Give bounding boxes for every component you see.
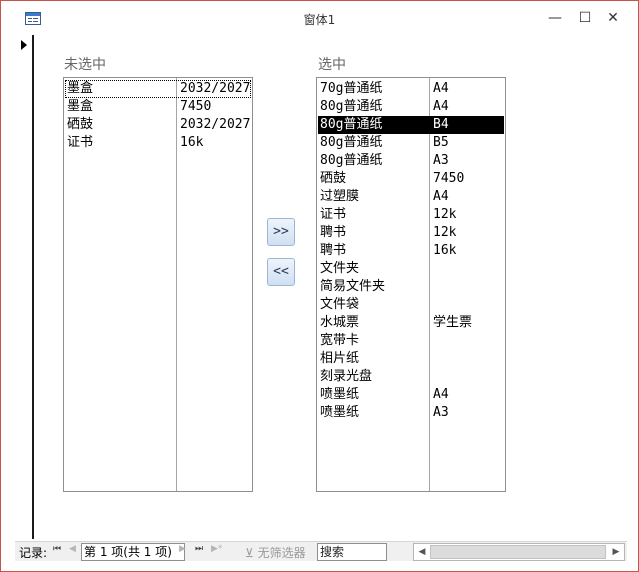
item-spec: B5 xyxy=(433,135,449,150)
filter-icon: ⊻ xyxy=(245,546,254,560)
horizontal-scrollbar[interactable]: ◀ ▶ xyxy=(413,543,625,561)
list-item[interactable]: 70g普通纸 A4 xyxy=(318,80,504,98)
item-name: 80g普通纸 xyxy=(320,153,383,168)
minimize-icon: — xyxy=(548,10,562,26)
item-name: 证书 xyxy=(67,135,94,150)
list-item[interactable]: 水城票 学生票 xyxy=(318,314,504,332)
item-name: 硒鼓 xyxy=(320,171,347,186)
selected-caption: 选中 xyxy=(318,57,346,73)
item-name: 墨盒 xyxy=(67,99,94,114)
item-name: 聘书 xyxy=(320,243,347,258)
list-item[interactable]: 聘书 12k xyxy=(318,224,504,242)
last-record-icon[interactable]: ⏭ xyxy=(195,544,203,554)
filter-status[interactable]: ⊻ 无筛选器 xyxy=(245,544,306,561)
item-name: 相片纸 xyxy=(320,351,360,366)
list-item[interactable]: 80g普通纸 A3 xyxy=(318,152,504,170)
item-spec: 16k xyxy=(433,243,457,258)
list-item[interactable]: 证书 16k xyxy=(65,134,251,152)
item-name: 文件夹 xyxy=(320,261,360,276)
current-record-field[interactable]: 第 1 项(共 1 项) xyxy=(81,543,185,561)
list-item[interactable]: 硒鼓 2032/2027 xyxy=(65,116,251,134)
item-name: 宽带卡 xyxy=(320,333,360,348)
record-navigation-bar: 记录: ⏮ ◀ 第 1 项(共 1 项) ▶ ⏭ ▶* ⊻ 无筛选器 搜索 ◀ … xyxy=(15,541,627,561)
item-spec: 12k xyxy=(433,207,457,222)
form-window: 窗体1 — ☐ ✕ 未选中 选中 墨盒 2032/2027 墨盒 7450 硒鼓 2032… xyxy=(0,0,639,572)
filter-label: 无筛选器 xyxy=(257,546,306,560)
item-spec: 12k xyxy=(433,225,457,240)
list-item[interactable]: 简易文件夹 xyxy=(318,278,504,296)
list-item[interactable]: 文件夹 xyxy=(318,260,504,278)
item-name: 水城票 xyxy=(320,315,360,330)
list-item[interactable]: 墨盒 7450 xyxy=(65,98,251,116)
item-name: 过塑膜 xyxy=(320,189,360,204)
list-item[interactable]: 墨盒 2032/2027 xyxy=(65,80,251,98)
item-spec: A4 xyxy=(433,81,449,96)
item-spec: B4 xyxy=(433,117,449,132)
item-name: 刻录光盘 xyxy=(320,369,373,384)
list-item[interactable]: 聘书 16k xyxy=(318,242,504,260)
unselected-caption: 未选中 xyxy=(64,57,106,73)
list-item[interactable]: 过塑膜 A4 xyxy=(318,188,504,206)
item-spec: 7450 xyxy=(180,99,212,114)
list-item[interactable]: 80g普通纸 A4 xyxy=(318,98,504,116)
item-name: 喷墨纸 xyxy=(320,387,360,402)
list-item[interactable]: 证书 12k xyxy=(318,206,504,224)
record-selector[interactable] xyxy=(15,35,34,539)
item-name: 80g普通纸 xyxy=(320,99,383,114)
item-name: 喷墨纸 xyxy=(320,405,360,420)
item-spec: 7450 xyxy=(433,171,465,186)
item-spec: 2032/2027 xyxy=(180,81,251,96)
scrollbar-thumb[interactable] xyxy=(430,545,606,559)
item-spec: 16k xyxy=(180,135,204,150)
list-item[interactable]: 80g普通纸 B4 xyxy=(318,116,504,134)
item-spec: A4 xyxy=(433,387,449,402)
list-item[interactable]: 硒鼓 7450 xyxy=(318,170,504,188)
list-item[interactable]: 80g普通纸 B5 xyxy=(318,134,504,152)
search-input[interactable]: 搜索 xyxy=(317,543,387,561)
selected-listbox[interactable]: 70g普通纸 A4 80g普通纸 A4 80g普通纸 B4 80g普通纸 B5 80g普通纸 A3… xyxy=(316,77,506,492)
item-spec: A4 xyxy=(433,189,449,204)
list-item[interactable]: 喷墨纸 A3 xyxy=(318,404,504,422)
minimize-button[interactable]: — xyxy=(542,7,568,29)
move-left-button[interactable]: << xyxy=(267,258,295,286)
item-name: 证书 xyxy=(320,207,347,222)
item-name: 80g普通纸 xyxy=(320,117,383,132)
move-right-button[interactable]: >> xyxy=(267,218,295,246)
list-item[interactable]: 文件袋 xyxy=(318,296,504,314)
close-button[interactable]: ✕ xyxy=(600,7,626,29)
first-record-icon[interactable]: ⏮ xyxy=(53,544,61,554)
close-icon: ✕ xyxy=(607,10,619,26)
item-name: 墨盒 xyxy=(67,81,94,96)
record-label: 记录: xyxy=(19,546,48,560)
item-name: 硒鼓 xyxy=(67,117,94,132)
maximize-icon: ☐ xyxy=(578,10,592,26)
next-record-icon[interactable]: ▶ xyxy=(179,544,186,554)
item-name: 70g普通纸 xyxy=(320,81,383,96)
list-item[interactable]: 刻录光盘 xyxy=(318,368,504,386)
list-item[interactable]: 相片纸 xyxy=(318,350,504,368)
item-spec: A3 xyxy=(433,405,449,420)
item-spec: 2032/2027 xyxy=(180,117,251,132)
item-spec: 学生票 xyxy=(433,315,473,330)
scroll-left-icon[interactable]: ◀ xyxy=(414,544,430,560)
list-item[interactable]: 喷墨纸 A4 xyxy=(318,386,504,404)
maximize-button[interactable]: ☐ xyxy=(572,7,598,29)
item-name: 文件袋 xyxy=(320,297,360,312)
item-spec: A4 xyxy=(433,99,449,114)
item-name: 简易文件夹 xyxy=(320,279,386,294)
new-record-icon[interactable]: ▶* xyxy=(211,544,222,554)
title-bar: 窗体1 — ☐ ✕ xyxy=(1,1,638,35)
item-name: 80g普通纸 xyxy=(320,135,383,150)
item-name: 聘书 xyxy=(320,225,347,240)
list-item[interactable]: 宽带卡 xyxy=(318,332,504,350)
current-record-arrow-icon xyxy=(21,40,27,50)
item-spec: A3 xyxy=(433,153,449,168)
unselected-listbox[interactable]: 墨盒 2032/2027 墨盒 7450 硒鼓 2032/2027 证书 16k xyxy=(63,77,253,492)
scroll-right-icon[interactable]: ▶ xyxy=(608,544,624,560)
previous-record-icon[interactable]: ◀ xyxy=(69,544,76,554)
